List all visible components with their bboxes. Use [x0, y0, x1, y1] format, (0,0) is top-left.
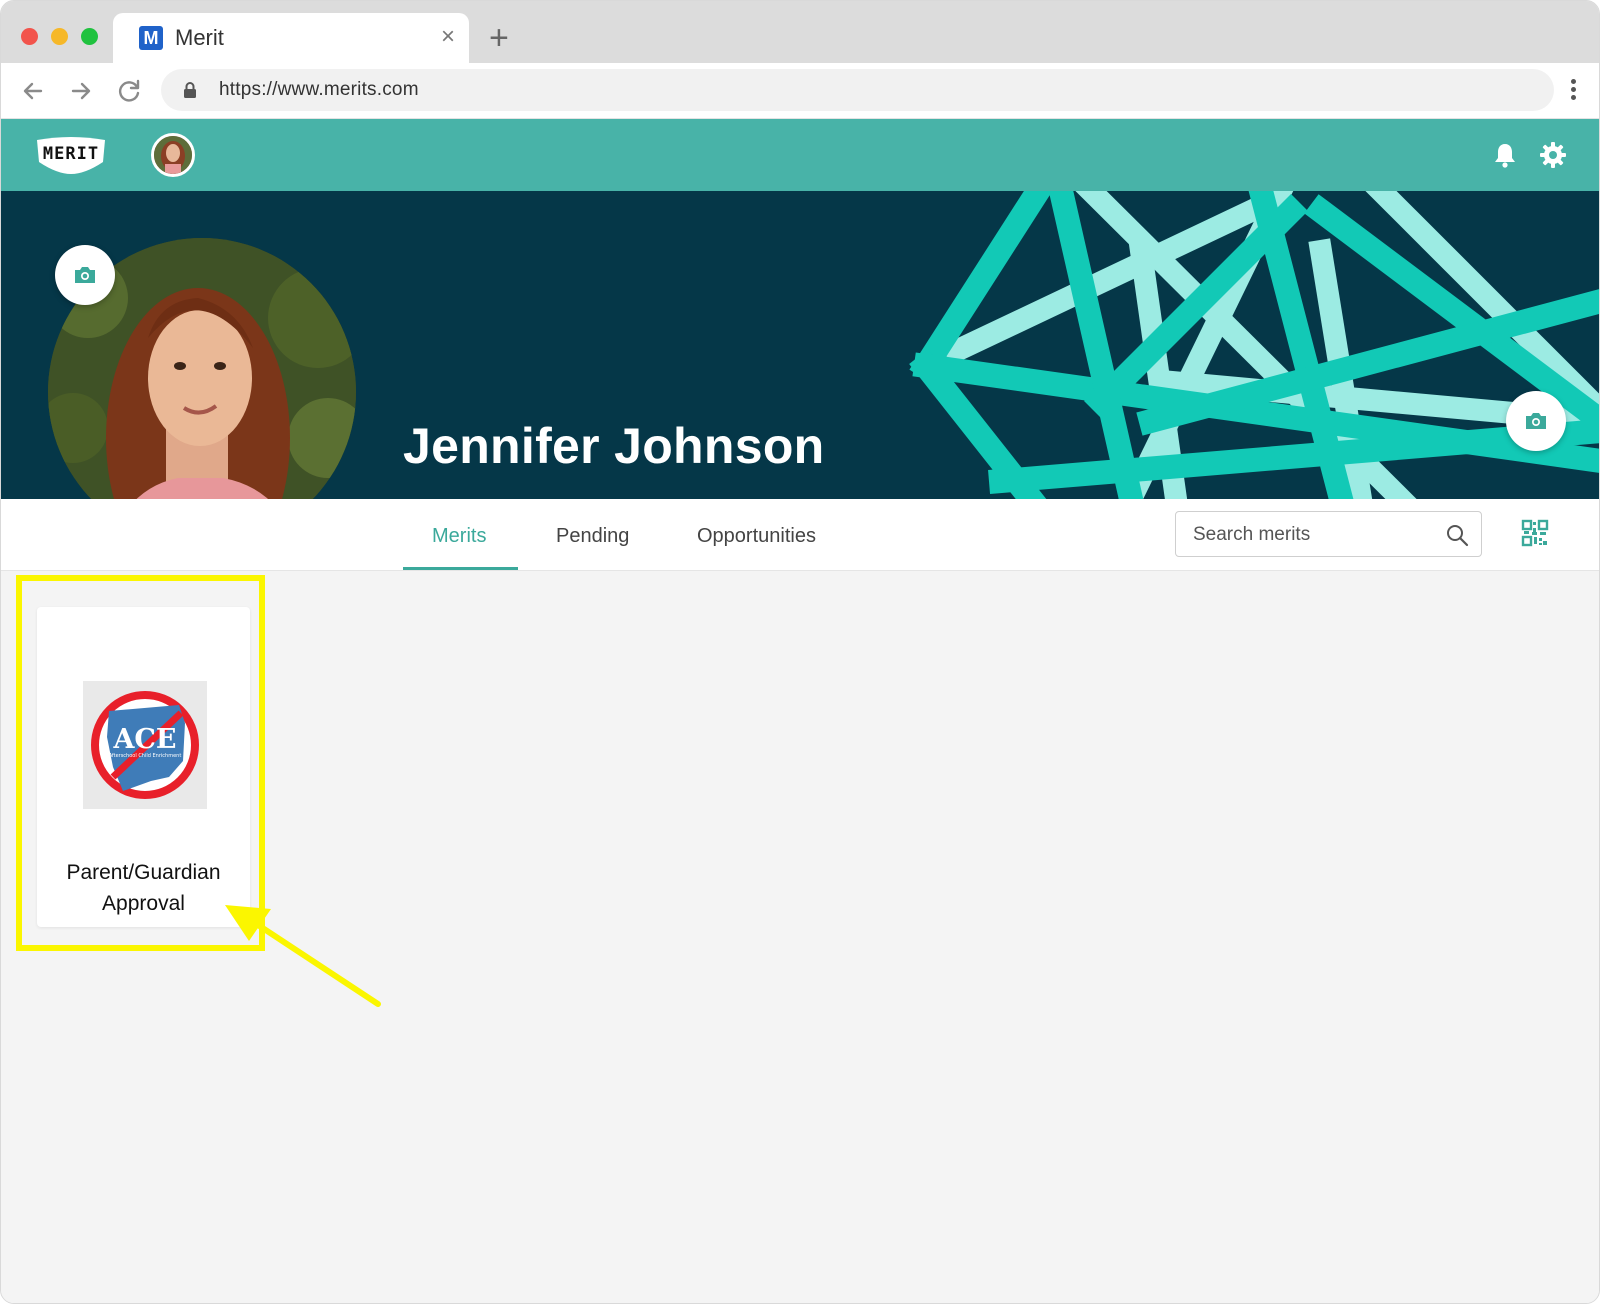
camera-icon: [1526, 413, 1546, 429]
bell-icon[interactable]: [1491, 141, 1519, 169]
search-icon[interactable]: [1445, 523, 1469, 547]
tab-title: Merit: [175, 25, 224, 50]
merit-logo-text: MERIT: [42, 144, 100, 164]
search-merits-input[interactable]: Search merits: [1175, 511, 1482, 557]
new-tab-button[interactable]: +: [489, 21, 509, 55]
user-avatar[interactable]: [151, 133, 195, 177]
change-profile-photo-button[interactable]: [55, 245, 115, 305]
highlight-box: [16, 575, 265, 951]
minimize-window-button[interactable]: [51, 28, 68, 45]
active-tab-indicator: [403, 567, 518, 570]
maximize-window-button[interactable]: [81, 28, 98, 45]
tab-close-icon[interactable]: ×: [441, 23, 455, 51]
user-avatar-image: [154, 136, 192, 174]
camera-icon: [75, 267, 95, 283]
tab-merits[interactable]: Merits: [432, 525, 486, 548]
profile-name: Jennifer Johnson: [403, 418, 825, 474]
merit-logo[interactable]: MERIT: [35, 136, 107, 174]
browser-tabstrip: M Merit × +: [1, 1, 1599, 63]
merit-favicon-icon: M: [139, 26, 163, 50]
forward-arrow-icon[interactable]: [65, 75, 97, 107]
reload-icon[interactable]: [113, 75, 145, 107]
address-bar[interactable]: https://www.merits.com: [161, 69, 1554, 111]
search-placeholder: Search merits: [1193, 524, 1311, 545]
browser-menu-icon[interactable]: [1571, 79, 1577, 103]
close-window-button[interactable]: [21, 28, 38, 45]
back-arrow-icon[interactable]: [17, 75, 49, 107]
app-header: MERIT: [1, 119, 1599, 191]
browser-window: M Merit × + https://www.merits.com MERIT…: [0, 0, 1600, 1304]
browser-tab[interactable]: M Merit ×: [113, 13, 469, 63]
tab-pending[interactable]: Pending: [556, 525, 629, 548]
tab-opportunities[interactable]: Opportunities: [697, 525, 816, 548]
lock-icon: [184, 82, 196, 98]
gear-icon[interactable]: [1539, 141, 1567, 169]
qr-code-icon[interactable]: [1521, 519, 1549, 547]
profile-tabs-bar: Merits Pending Opportunities Search meri…: [1, 499, 1599, 571]
change-banner-button[interactable]: [1506, 391, 1566, 451]
url-text: https://www.merits.com: [219, 79, 419, 100]
browser-toolbar: https://www.merits.com: [1, 63, 1599, 119]
